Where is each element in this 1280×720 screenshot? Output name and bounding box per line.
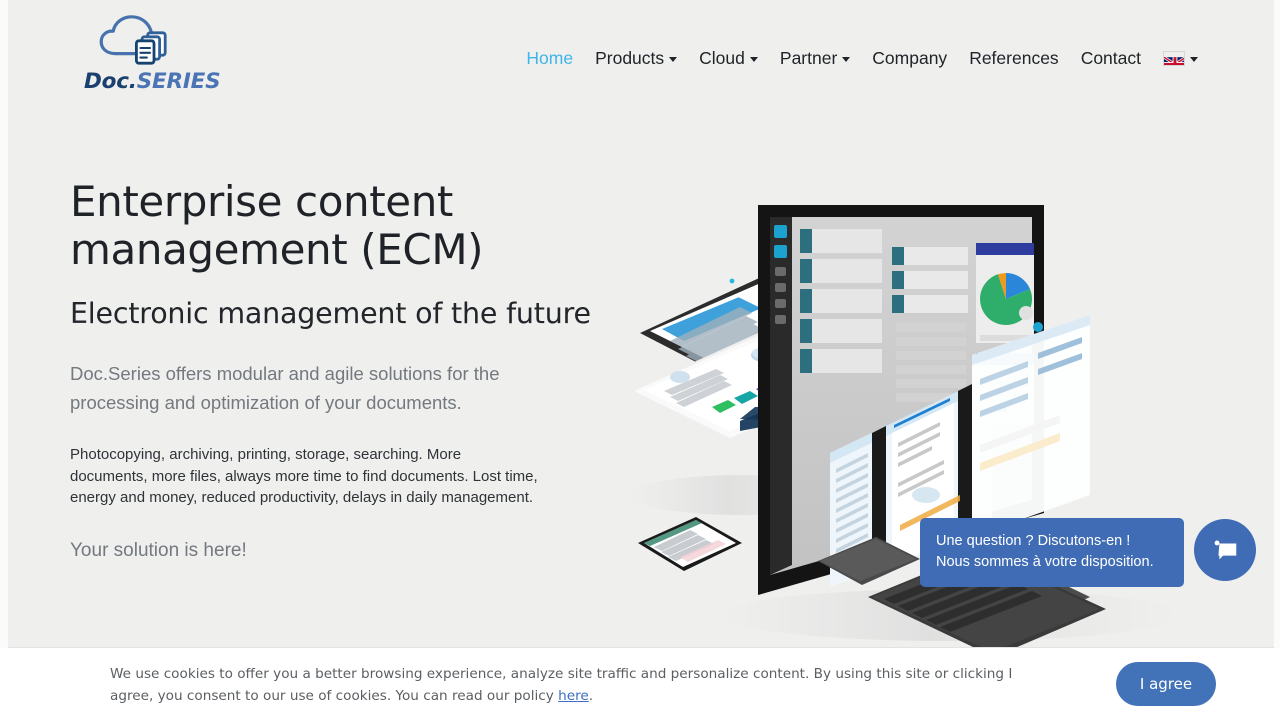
cookie-text-after-link: . bbox=[588, 687, 594, 704]
chat-teaser-bubble[interactable]: Une question ? Discutons-en ! Nous somme… bbox=[920, 518, 1184, 587]
nav-item-company[interactable]: Company bbox=[861, 44, 958, 73]
chat-message-line-1: Une question ? Discutons-en ! bbox=[936, 533, 1131, 549]
nav-label-home: Home bbox=[526, 48, 574, 68]
chat-message-line-2: Nous sommes à votre disposition. bbox=[936, 554, 1154, 570]
cookie-consent-banner: We use cookies to offer you a better bro… bbox=[0, 649, 1280, 720]
page-root: Enterprise content management (ECM) Elec… bbox=[0, 0, 1280, 720]
brand-name-part-1: Doc. bbox=[84, 69, 137, 94]
chevron-down-icon bbox=[749, 57, 758, 62]
uk-flag-icon bbox=[1163, 51, 1185, 66]
hero-cta-text: Your solution is here! bbox=[70, 539, 247, 561]
chevron-down-icon bbox=[1190, 57, 1198, 62]
main-navigation: Home Products Cloud Partner Company Refe… bbox=[515, 44, 1200, 73]
cookie-consent-text: We use cookies to offer you a better bro… bbox=[110, 663, 1040, 707]
brand-logo-link[interactable]: Doc.SERIES bbox=[84, 12, 221, 104]
cloud-documents-icon bbox=[99, 15, 167, 65]
nav-label-company: Company bbox=[872, 48, 948, 68]
nav-label-cloud: Cloud bbox=[699, 48, 745, 68]
nav-item-references[interactable]: References bbox=[958, 44, 1070, 73]
hero-copy: Enterprise content management (ECM) Elec… bbox=[70, 178, 630, 564]
chat-launcher-button[interactable] bbox=[1194, 519, 1256, 581]
language-selector[interactable] bbox=[1152, 51, 1200, 66]
nav-item-home[interactable]: Home bbox=[515, 44, 584, 73]
nav-label-partner: Partner bbox=[779, 48, 838, 68]
brand-name-part-2: SERIES bbox=[136, 69, 221, 94]
nav-item-partner[interactable]: Partner bbox=[769, 44, 861, 73]
nav-label-products: Products bbox=[595, 48, 665, 68]
chevron-down-icon bbox=[669, 57, 678, 62]
page-title: Enterprise content management (ECM) bbox=[70, 177, 484, 274]
hero-body-paragraph: Photocopying, archiving, printing, stora… bbox=[70, 446, 538, 506]
nav-item-cloud[interactable]: Cloud bbox=[688, 44, 769, 73]
cookie-accept-button[interactable]: I agree bbox=[1116, 662, 1216, 706]
hero-subtitle: Electronic management of the future bbox=[70, 297, 591, 330]
nav-item-products[interactable]: Products bbox=[584, 44, 688, 73]
hero-lead-paragraph: Doc.Series offers modular and agile solu… bbox=[70, 363, 500, 413]
chevron-down-icon bbox=[842, 57, 851, 62]
nav-label-contact: Contact bbox=[1080, 48, 1141, 68]
site-header: Doc.SERIES Home Products Cloud Partner C… bbox=[0, 0, 1280, 118]
nav-item-contact[interactable]: Contact bbox=[1070, 44, 1152, 73]
cookie-policy-link[interactable]: here bbox=[558, 688, 589, 704]
brand-wordmark: Doc.SERIES bbox=[84, 69, 221, 94]
nav-label-references: References bbox=[969, 48, 1059, 68]
chat-bubble-icon bbox=[1214, 540, 1237, 560]
